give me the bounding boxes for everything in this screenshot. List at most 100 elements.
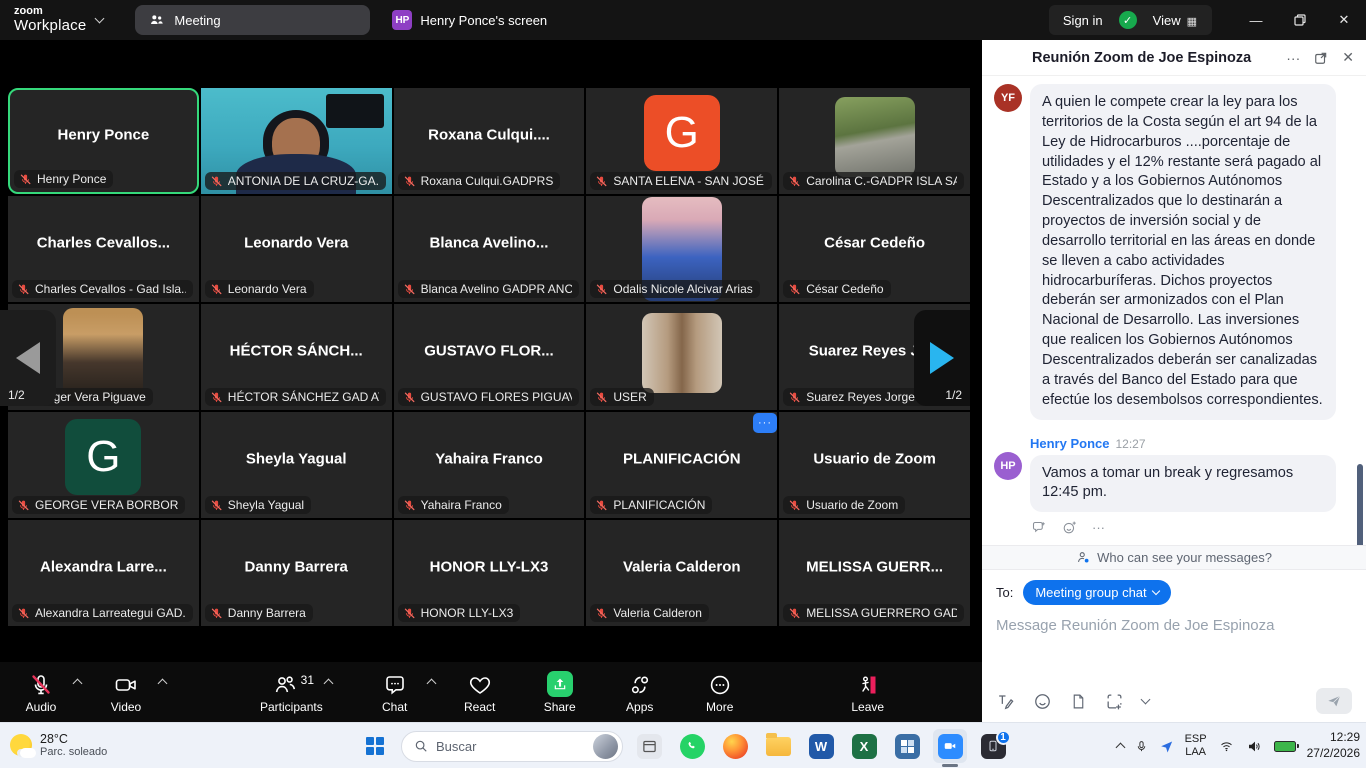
participant-tile-8[interactable]: Blanca Avelino...Blanca Avelino GADPR AN…: [394, 196, 585, 302]
share-button[interactable]: Share: [529, 662, 591, 722]
tray-mic-icon[interactable]: [1135, 739, 1148, 754]
taskbar-app-zoom[interactable]: [933, 729, 967, 763]
participant-label: Valeria Calderon: [613, 606, 702, 620]
participant-tile-6[interactable]: Charles Cevallos...Charles Cevallos - Ga…: [8, 196, 199, 302]
pop-out-icon[interactable]: [1314, 51, 1328, 65]
leave-button[interactable]: Leave: [837, 662, 899, 722]
more-button[interactable]: More: [689, 662, 751, 722]
chat-message-bubble[interactable]: Vamos a tomar un break y regresamos 12:4…: [1030, 455, 1336, 513]
tray-location-icon[interactable]: [1159, 739, 1174, 754]
participant-tile-3[interactable]: Roxana Culqui....Roxana Culqui.GADPRS: [394, 88, 585, 194]
leave-icon: [855, 671, 881, 697]
participant-tile-24[interactable]: Valeria CalderonValeria Calderon: [586, 520, 777, 626]
share-label: Share: [544, 700, 576, 714]
compose-options-chevron[interactable]: [1141, 695, 1151, 705]
reply-in-thread-icon[interactable]: [1030, 520, 1047, 535]
chevron-down-icon[interactable]: [95, 14, 105, 24]
previous-page-button[interactable]: 1/2: [0, 310, 56, 406]
view-button[interactable]: View▦: [1153, 13, 1198, 28]
battery-icon[interactable]: [1274, 741, 1296, 752]
wifi-icon[interactable]: [1218, 739, 1235, 753]
apps-button[interactable]: Apps: [609, 662, 671, 722]
taskbar-app-phone[interactable]: 1: [976, 729, 1010, 763]
firefox-icon: [723, 734, 748, 759]
participants-options-chevron[interactable]: [323, 678, 333, 688]
participant-tile-16[interactable]: GGEORGE VERA BORBOR: [8, 412, 199, 518]
sign-in-button[interactable]: Sign in: [1063, 13, 1103, 28]
audio-button[interactable]: Audio: [10, 662, 72, 722]
participant-tile-14[interactable]: USER: [586, 304, 777, 410]
tab-henry-ponces-screen[interactable]: HP Henry Ponce's screen: [392, 10, 547, 30]
audio-options-chevron[interactable]: [73, 678, 83, 688]
weather-widget[interactable]: 28°C Parc. soleado: [0, 732, 107, 759]
chat-more-options-icon[interactable]: ···: [1286, 50, 1300, 66]
security-shield-icon[interactable]: ✓: [1119, 11, 1137, 29]
react-button[interactable]: React: [449, 662, 511, 722]
send-button[interactable]: [1316, 688, 1352, 714]
chat-options-chevron[interactable]: [426, 678, 436, 688]
participant-tile-17[interactable]: Sheyla YagualSheyla Yagual: [201, 412, 392, 518]
chat-close-icon[interactable]: ✕: [1342, 49, 1354, 66]
chat-messages[interactable]: YF A quien le compete crear la ley para …: [982, 76, 1366, 545]
taskbar-app-whatsapp[interactable]: [675, 729, 709, 763]
participant-letter-avatar: G: [644, 95, 720, 171]
participants-button[interactable]: 31 Participants: [260, 662, 323, 722]
participant-tile-1[interactable]: Henry PonceHenry Ponce: [8, 88, 199, 194]
emoji-icon[interactable]: [1033, 692, 1052, 711]
chat-message-bubble[interactable]: A quien le compete crear la ley para los…: [1030, 84, 1336, 420]
format-text-icon[interactable]: [996, 692, 1015, 711]
minimize-button[interactable]: —: [1234, 0, 1278, 40]
clock[interactable]: 12:29 27/2/2026: [1307, 730, 1360, 761]
attach-file-icon[interactable]: [1070, 692, 1087, 711]
participant-tile-9[interactable]: Odalis Nicole Alcivar Arias: [586, 196, 777, 302]
participant-tile-23[interactable]: HONOR LLY-LX3HONOR LLY-LX3: [394, 520, 585, 626]
tile-more-options-button[interactable]: ···: [753, 413, 777, 433]
add-reaction-icon[interactable]: [1061, 520, 1078, 535]
taskbar-app-grid[interactable]: [890, 729, 924, 763]
people-icon: [149, 12, 165, 28]
participant-tile-7[interactable]: Leonardo VeraLeonardo Vera: [201, 196, 392, 302]
message-input[interactable]: Message Reunión Zoom de Joe Espinoza: [996, 617, 1352, 634]
brand-workplace: Workplace: [14, 18, 86, 34]
participant-tile-5[interactable]: Carolina C.-GADPR ISLA SA...: [779, 88, 970, 194]
taskbar-app-firefox[interactable]: [718, 729, 752, 763]
chat-button[interactable]: Chat: [364, 662, 426, 722]
app-window-icon: [642, 739, 657, 754]
tray-overflow-chevron[interactable]: [1115, 743, 1125, 753]
participant-tile-2[interactable]: ANTONIA DE LA CRUZ-GA...: [201, 88, 392, 194]
search-highlight-image[interactable]: [593, 734, 618, 759]
participant-tile-22[interactable]: Danny BarreraDanny Barrera: [201, 520, 392, 626]
participant-tile-13[interactable]: GUSTAVO FLOR...GUSTAVO FLORES PIGUAVE: [394, 304, 585, 410]
recipient-selector[interactable]: Meeting group chat: [1023, 580, 1170, 605]
participant-tile-19[interactable]: PLANIFICACIÓNPLANIFICACIÓN: [586, 412, 777, 518]
taskbar-app-generic[interactable]: [632, 729, 666, 763]
taskbar-app-word[interactable]: W: [804, 729, 838, 763]
participant-tile-25[interactable]: MELISSA GUERR...MELISSA GUERRERO GADP...: [779, 520, 970, 626]
participant-tile-18[interactable]: Yahaira FrancoYahaira Franco: [394, 412, 585, 518]
participant-tile-12[interactable]: HÉCTOR SÁNCH...HÉCTOR SÁNCHEZ GAD AT...: [201, 304, 392, 410]
tab-meeting[interactable]: Meeting: [135, 5, 370, 35]
volume-icon[interactable]: [1246, 739, 1263, 754]
screenshot-icon[interactable]: [1105, 692, 1124, 711]
participant-tile-10[interactable]: César CedeñoCésar Cedeño: [779, 196, 970, 302]
video-options-chevron[interactable]: [158, 678, 168, 688]
message-more-actions-icon[interactable]: ···: [1092, 520, 1105, 535]
participant-tile-4[interactable]: GSANTA ELENA - SAN JOSÉ ...: [586, 88, 777, 194]
message-sender[interactable]: Henry Ponce: [1030, 436, 1109, 451]
privacy-notice[interactable]: Who can see your messages?: [982, 545, 1366, 570]
participant-tile-21[interactable]: Alexandra Larre...Alexandra Larreategui …: [8, 520, 199, 626]
restore-button[interactable]: [1278, 0, 1322, 40]
audio-label: Audio: [26, 700, 57, 714]
close-button[interactable]: ✕: [1322, 0, 1366, 40]
taskbar-app-file-explorer[interactable]: [761, 729, 795, 763]
participant-label: USER: [613, 390, 646, 404]
chat-scrollbar[interactable]: [1357, 464, 1363, 545]
search-box[interactable]: Buscar: [401, 731, 623, 762]
participant-label: PLANIFICACIÓN: [613, 498, 705, 512]
video-button[interactable]: Video: [95, 662, 157, 722]
taskbar-app-excel[interactable]: X: [847, 729, 881, 763]
participant-tile-20[interactable]: Usuario de ZoomUsuario de Zoom: [779, 412, 970, 518]
start-button[interactable]: [358, 729, 392, 763]
next-page-button[interactable]: 1/2: [914, 310, 970, 406]
language-indicator[interactable]: ESPLAA: [1185, 733, 1207, 759]
